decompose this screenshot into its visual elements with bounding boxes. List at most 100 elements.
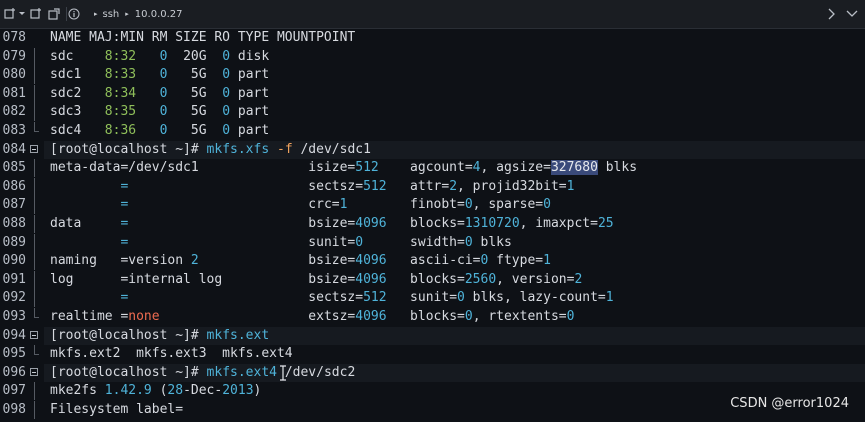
terminal-line: 078 NAME MAJ:MIN RM SIZE RO TYPE MOUNTPOI…	[0, 29, 865, 47]
terminal-line: 095 mkfs.ext2 mkfs.ext3 mkfs.ext4	[0, 345, 865, 363]
fold-toggle-icon[interactable]	[30, 144, 38, 153]
line-number: 095	[2, 346, 26, 362]
terminal-line: 096 [root@localhost ~]# mkfs.ext4 /dev/sd…	[0, 363, 865, 382]
command-prompt-line: [root@localhost ~]# mkfs.ext4 /dev/sdc2	[50, 364, 355, 382]
text-segment: 5G	[167, 123, 223, 138]
text-segment	[50, 197, 120, 212]
fold-guide	[34, 66, 35, 85]
text-segment: blocks=	[386, 309, 465, 324]
text-segment: 0	[566, 309, 575, 324]
text-segment: , sparse=	[472, 197, 544, 213]
host-address: 10.0.0.27	[134, 8, 183, 20]
fold-guide	[34, 177, 35, 196]
text-segment: 8:33	[104, 67, 137, 83]
text-segment: meta-data=/dev/sdc1 isize=	[50, 160, 356, 176]
line-number: 078	[2, 30, 26, 45]
info-icon[interactable]	[68, 0, 80, 28]
text-segment: /dev/sdc1	[292, 141, 371, 157]
text-segment: 0	[355, 234, 364, 250]
text-segment: 1310720	[464, 216, 520, 231]
text-segment: 1	[543, 253, 551, 269]
fold-guide	[34, 252, 35, 271]
text-segment: part	[230, 104, 270, 120]
text-segment: 4096	[355, 253, 387, 269]
text-segment: sdc1	[50, 67, 105, 83]
text-cursor-icon	[279, 365, 287, 381]
text-segment: [root@localhost ~]#	[50, 327, 207, 343]
text-segment: realtime =	[50, 309, 129, 324]
text-segment: Filesystem label=	[50, 402, 184, 417]
terminal-output[interactable]: 078 NAME MAJ:MIN RM SIZE RO TYPE MOUNTPOI…	[0, 28, 865, 422]
fold-toggle-icon[interactable]	[30, 367, 38, 376]
line-number: 094	[2, 327, 26, 343]
text-segment: agcount=	[378, 160, 473, 176]
output-text: sdc2 8:34 0 5G 0 part	[50, 85, 269, 103]
output-text: sdc3 8:35 0 5G 0 part	[50, 103, 269, 121]
text-segment: 512	[363, 290, 387, 306]
text-segment: 20G	[167, 48, 223, 64]
text-segment: 0	[222, 67, 231, 83]
text-segment: blocks=	[386, 216, 465, 231]
title-bar: ▸ ssh ▸ 10.0.0.27	[0, 0, 865, 29]
fold-guide	[34, 382, 35, 401]
text-segment: 327680	[550, 160, 598, 176]
command-prompt-line: [root@localhost ~]# mkfs.ext	[50, 327, 269, 345]
output-text: mkfs.ext2 mkfs.ext3 mkfs.ext4	[50, 345, 293, 363]
text-segment: 8:35	[104, 104, 137, 120]
line-number: 096	[2, 364, 26, 380]
text-segment: 0	[222, 85, 231, 101]
text-segment: blocks=	[386, 271, 465, 287]
open-window-icon[interactable]	[48, 0, 60, 28]
text-segment: finobt=	[347, 197, 465, 213]
line-number: 084	[2, 141, 26, 157]
add-session-icon[interactable]	[30, 0, 42, 28]
terminal-line: 086 = sectsz=512 attr=2, projid32bit=1	[0, 177, 865, 196]
text-segment: , rtextents=	[472, 309, 567, 324]
fold-guide	[34, 103, 35, 122]
text-segment: 2013	[222, 383, 254, 399]
text-segment: swidth=	[363, 234, 465, 250]
text-segment	[50, 290, 120, 305]
text-segment: -f	[277, 141, 293, 157]
terminal-line: 080 sdc1 8:33 0 5G 0 part	[0, 66, 865, 85]
line-number: 092	[2, 290, 26, 306]
fold-toggle-icon[interactable]	[30, 330, 38, 339]
terminal-line: 091 log =internal log bsize=4096 blocks=2…	[0, 270, 865, 289]
text-segment: 0	[222, 104, 231, 120]
text-segment: bsize=	[198, 253, 356, 269]
text-segment: sdc3	[50, 104, 105, 120]
ssh-label: ssh	[102, 8, 120, 20]
chevron-right-icon[interactable]	[826, 0, 836, 28]
text-segment: part	[230, 85, 270, 101]
text-segment: 0	[222, 48, 231, 64]
text-segment: , agsize=	[480, 160, 551, 176]
chevron-down-icon[interactable]	[18, 0, 26, 28]
command-prompt-line: [root@localhost ~]# mkfs.xfs -f /dev/sdc…	[50, 141, 371, 159]
text-segment: 5G	[167, 67, 223, 83]
chevron-down-icon[interactable]	[846, 0, 858, 28]
text-segment: -Dec-	[183, 383, 223, 399]
text-segment: 4096	[355, 271, 387, 287]
text-segment	[136, 67, 159, 82]
text-segment: sunit=	[386, 290, 458, 306]
text-segment: 1	[605, 290, 614, 306]
line-number: 098	[2, 402, 26, 417]
terminal-line: 093 realtime =none extsz=4096 blocks=0, r…	[0, 308, 865, 326]
line-number: 083	[2, 123, 26, 138]
text-segment: data	[50, 216, 121, 231]
terminal-line: 092 = sectsz=512 sunit=0 blks, lazy-coun…	[0, 289, 865, 308]
new-tab-icon[interactable]	[4, 0, 16, 28]
text-segment: none	[128, 309, 160, 324]
text-segment: , imaxpct=	[519, 216, 598, 231]
text-segment: ascii-ci=	[386, 253, 481, 269]
output-text: log =internal log bsize=4096 blocks=2560…	[50, 271, 582, 289]
terminal-line: 087 = crc=1 finobt=0, sparse=0	[0, 196, 865, 215]
text-segment: 0	[464, 197, 473, 213]
terminal-line: 094 [root@localhost ~]# mkfs.ext	[0, 326, 865, 345]
terminal-line: 084 [root@localhost ~]# mkfs.xfs -f /dev/…	[0, 140, 865, 159]
terminal-line: 088 data = bsize=4096 blocks=1310720, ima…	[0, 215, 865, 233]
output-text: meta-data=/dev/sdc1 isize=512 agcount=4,…	[50, 159, 637, 177]
text-segment: [root@localhost ~]#	[50, 364, 207, 380]
watermark: CSDN @error1024	[730, 396, 849, 411]
text-segment: , projid32bit=	[457, 178, 567, 194]
